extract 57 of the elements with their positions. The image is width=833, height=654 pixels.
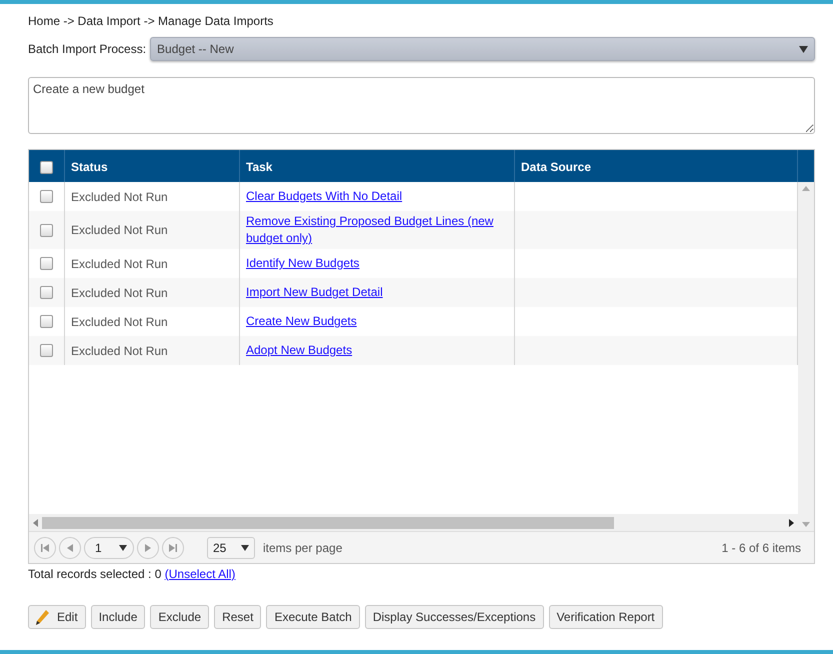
breadcrumb: Home -> Data Import -> Manage Data Imports — [28, 14, 274, 28]
scroll-right-icon — [789, 518, 794, 526]
first-page-icon — [41, 544, 49, 552]
action-button[interactable]: Edit — [28, 605, 86, 629]
table-cell-text: Excluded Not Run — [71, 256, 168, 272]
table-cell-text: Excluded Not Run — [71, 342, 168, 360]
scroll-up-icon — [802, 186, 810, 191]
vertical-scrollbar[interactable] — [798, 182, 814, 531]
task-link[interactable]: Adopt New Budgets — [246, 342, 352, 359]
selection-count: Total records selected : 0 — [28, 567, 162, 581]
first-page-button[interactable] — [34, 536, 56, 558]
checkbox[interactable] — [40, 190, 53, 203]
previous-page-icon — [67, 544, 73, 552]
previous-page-button[interactable] — [59, 536, 81, 558]
task-link[interactable]: Identify New Budgets — [246, 255, 360, 272]
table-cell-text: Excluded Not Run — [71, 314, 168, 330]
column-header[interactable]: Task — [240, 150, 515, 182]
unselect-all-link[interactable]: (Unselect All) — [164, 567, 236, 581]
checkbox[interactable] — [40, 224, 53, 236]
action-button[interactable]: Reset — [214, 605, 262, 629]
page-size-dropdown[interactable]: 25 — [207, 536, 255, 558]
checkbox[interactable] — [40, 315, 53, 328]
scroll-left-icon — [33, 518, 38, 526]
task-link[interactable]: Clear Budgets With No Detail — [246, 188, 402, 205]
task-link[interactable]: Create New Budgets — [246, 313, 357, 330]
action-button[interactable]: Exclude — [150, 605, 210, 629]
action-button[interactable]: Execute Batch — [266, 605, 360, 629]
action-button[interactable]: Include — [90, 605, 146, 629]
next-page-button[interactable] — [137, 536, 159, 558]
checkbox[interactable] — [40, 344, 53, 357]
pencil-icon — [36, 610, 49, 624]
page-size-label: items per page — [263, 540, 342, 556]
description-field[interactable]: Create a new budget — [28, 77, 815, 134]
field-label: Batch Import Process: — [28, 41, 146, 58]
last-page-button[interactable] — [162, 536, 184, 558]
process-dropdown[interactable]: Budget -- New — [150, 37, 815, 61]
table-cell-text: Excluded Not Run — [71, 222, 168, 239]
column-header[interactable]: Status — [65, 150, 240, 182]
checkbox[interactable] — [40, 257, 53, 270]
horizontal-scrollbar[interactable] — [29, 514, 798, 531]
scroll-down-icon — [802, 522, 810, 527]
action-button[interactable]: Display Successes/Exceptions — [364, 605, 544, 629]
page-dropdown[interactable]: 1 — [84, 536, 134, 558]
pager-summary: 1 - 6 of 6 items — [722, 540, 801, 556]
checkbox[interactable] — [40, 160, 53, 174]
dropdown-arrow-icon — [241, 544, 249, 550]
task-link[interactable]: Remove Existing Proposed Budget Lines (new budget only) — [246, 213, 514, 247]
table-cell-text: Excluded Not Run — [71, 188, 168, 206]
next-page-icon — [145, 544, 151, 552]
last-page-icon — [169, 544, 177, 552]
table-cell-text: Excluded Not Run — [71, 284, 168, 302]
dropdown-arrow-icon — [799, 46, 808, 52]
task-link[interactable]: Import New Budget Detail — [246, 284, 383, 301]
dropdown-arrow-icon — [119, 544, 127, 550]
action-button[interactable]: Verification Report — [548, 605, 663, 629]
checkbox[interactable] — [40, 286, 53, 299]
column-header[interactable]: Data Source — [515, 150, 798, 182]
